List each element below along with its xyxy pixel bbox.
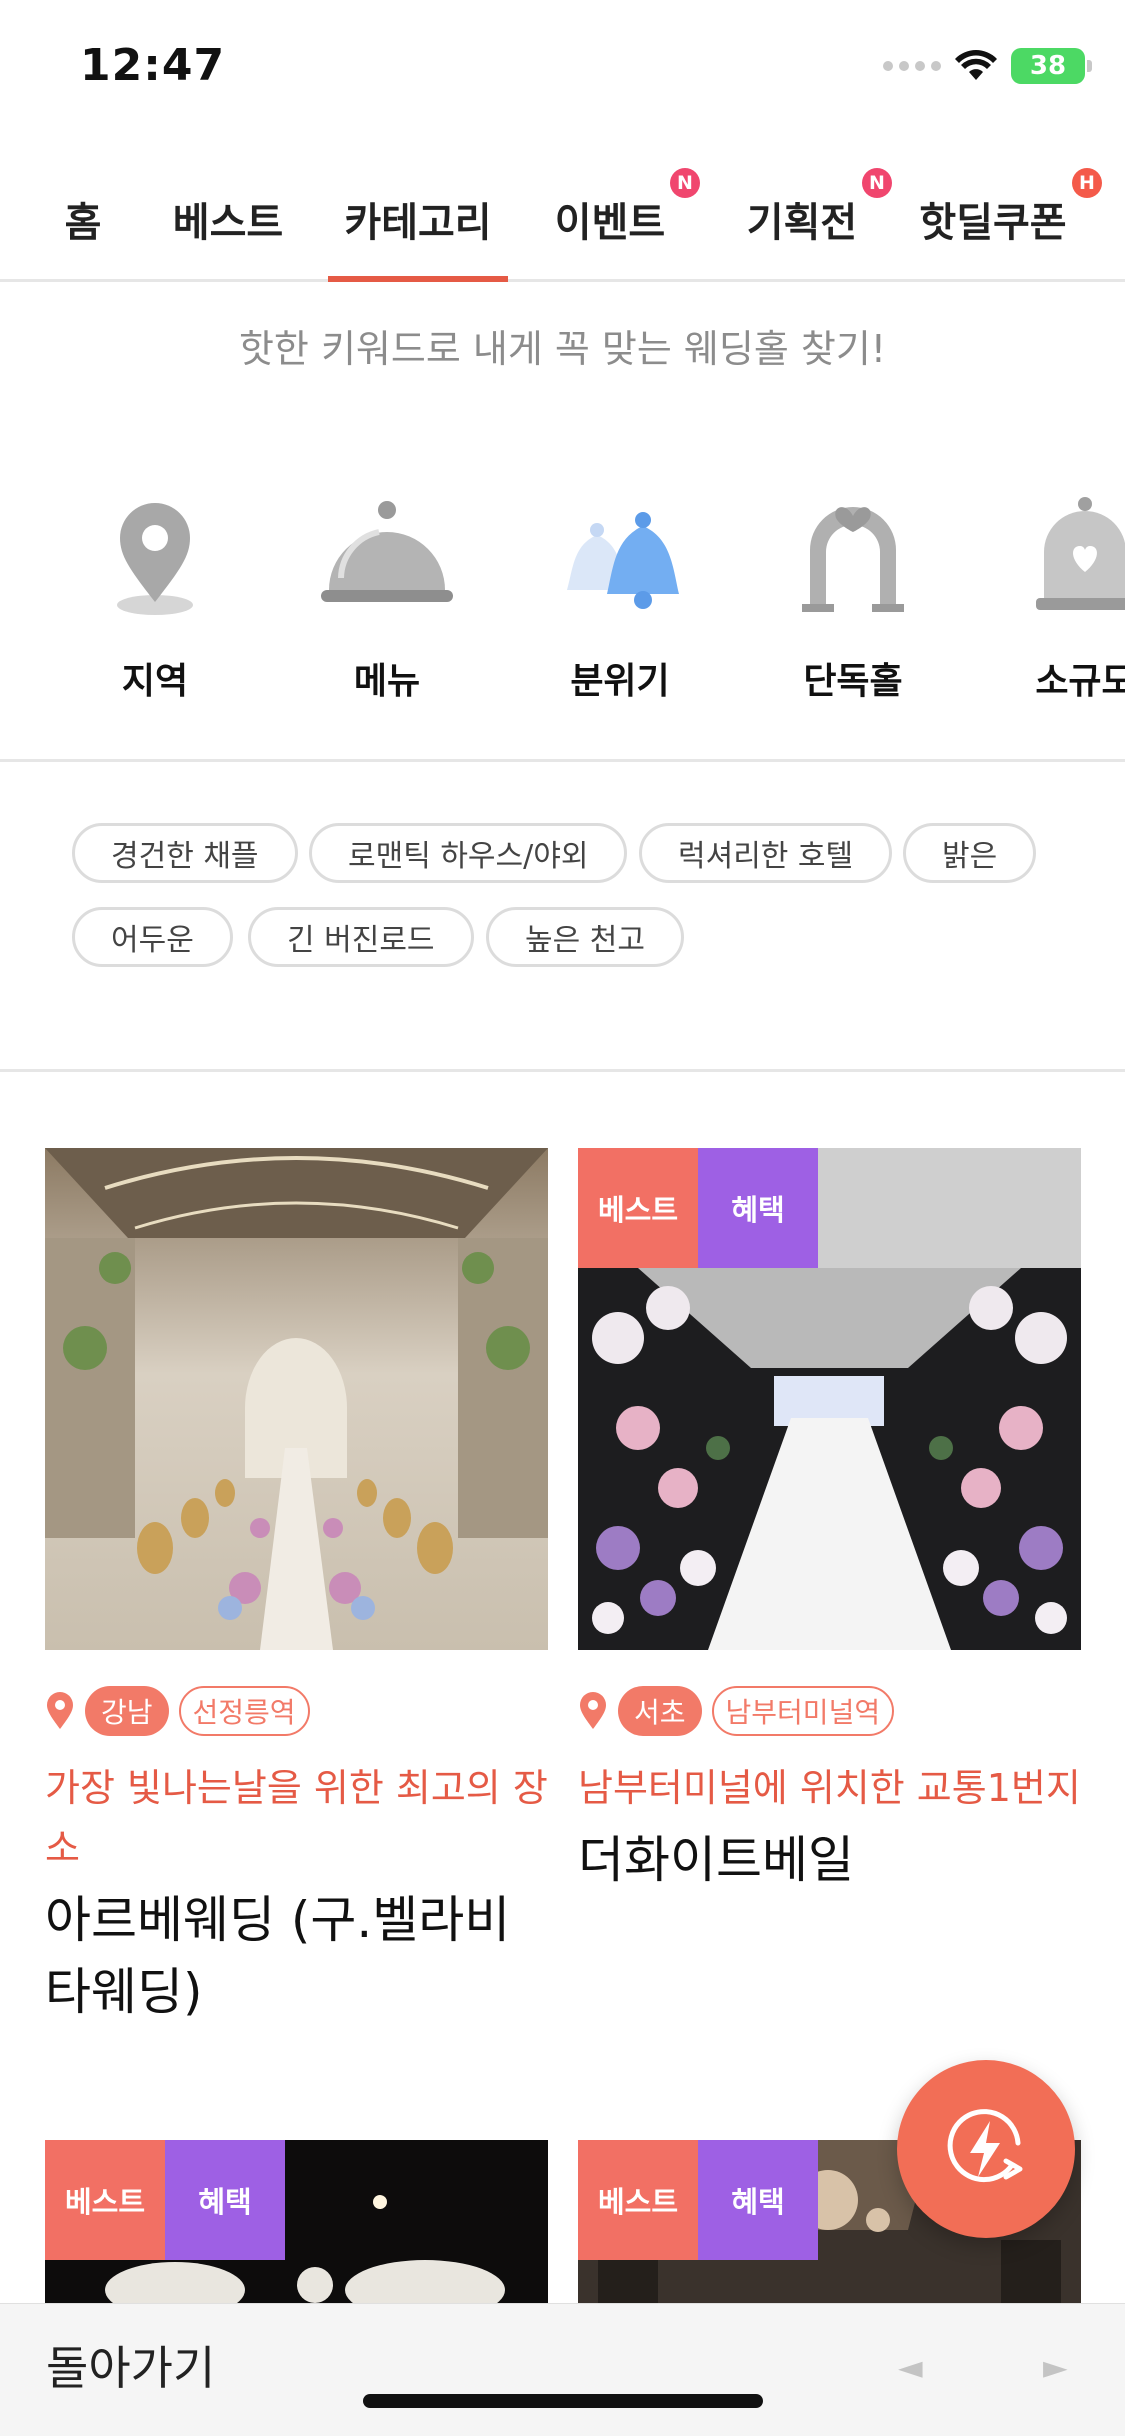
venue-description: 가장 빛나는날을 위한 최고의 장소	[45, 1766, 548, 1870]
venue-tags: 베스트 혜택	[45, 2140, 285, 2260]
category-region[interactable]: 지역	[55, 490, 255, 704]
location-pin-icon	[47, 1692, 73, 1729]
best-tag: 베스트	[578, 1148, 698, 1268]
venue-location: 서초 남부터미널역	[578, 1686, 1081, 1736]
area-badge: 서초	[618, 1686, 702, 1736]
best-tag: 베스트	[578, 2140, 698, 2260]
tab-category[interactable]: 카테고리	[328, 172, 508, 282]
battery-icon: 38	[1011, 48, 1092, 84]
venue-tags: 베스트 혜택	[578, 2140, 818, 2260]
keyword-chip[interactable]: 럭셔리한 호텔	[639, 823, 893, 883]
benefit-tag: 혜택	[698, 1148, 818, 1268]
venue-card[interactable]: 강남 선정릉역 가장 빛나는날을 위한 최고의 장소 아르베웨딩 (구.벨라비타…	[45, 1148, 548, 2028]
home-indicator[interactable]	[363, 2394, 763, 2408]
cellular-signal-icon	[883, 61, 941, 71]
hot-badge: H	[1072, 168, 1102, 198]
category-exclusive-hall[interactable]: 단독홀	[753, 490, 953, 704]
quick-action-button[interactable]	[897, 2060, 1075, 2238]
best-tag: 베스트	[45, 2140, 165, 2260]
venue-photo: 베스트 혜택	[45, 2140, 548, 2303]
category-menu[interactable]: 메뉴	[287, 490, 487, 704]
category-small-scale[interactable]: 소규모	[985, 490, 1125, 704]
wedding-arch-icon	[802, 507, 904, 612]
keyword-chip[interactable]: 경건한 채플	[72, 823, 298, 883]
new-badge: N	[670, 168, 700, 198]
venue-tags: 베스트 혜택	[578, 1148, 818, 1268]
bottom-navigation-bar: 돌아가기 ◄ ►	[0, 2303, 1125, 2436]
lightning-icon	[947, 2109, 1023, 2183]
venue-description: 남부터미널에 위치한 교통1번지	[578, 1766, 1081, 1810]
new-badge: N	[862, 168, 892, 198]
tab-best[interactable]: 베스트	[166, 172, 290, 282]
venue-photo	[45, 1148, 548, 1650]
heart-dome-icon	[1036, 497, 1125, 610]
benefit-tag: 혜택	[165, 2140, 285, 2260]
tab-event[interactable]: 이벤트 N	[552, 168, 700, 282]
food-cloche-icon	[321, 501, 453, 602]
station-badge: 남부터미널역	[711, 1686, 895, 1736]
keyword-chip[interactable]: 높은 천고	[486, 907, 684, 967]
tab-hotdeal-coupon[interactable]: 핫딜쿠폰 H	[916, 168, 1102, 282]
battery-level: 38	[1029, 51, 1067, 81]
status-bar: 12:47 38	[0, 0, 1125, 130]
page-subtitle: 핫한 키워드로 내게 꼭 맞는 웨딩홀 찾기!	[238, 327, 887, 371]
venue-name: 더화이트베일	[578, 1831, 854, 1889]
keyword-chip[interactable]: 로맨틱 하우스/야외	[309, 823, 628, 883]
wifi-icon	[955, 50, 997, 80]
category-mood[interactable]: 분위기	[520, 490, 720, 704]
keyword-chips: 경건한 채플 로맨틱 하우스/야외 럭셔리한 호텔 밝은 어두운 긴 버진로드 …	[0, 765, 1125, 1072]
keyword-chip[interactable]: 어두운	[72, 907, 233, 967]
venue-card[interactable]: 베스트 혜택	[45, 2140, 548, 2303]
area-badge: 강남	[85, 1686, 169, 1736]
venue-name: 아르베웨딩 (구.벨라비타웨딩)	[45, 1891, 511, 2021]
tab-home[interactable]: 홈	[52, 172, 114, 282]
status-time: 12:47	[80, 40, 226, 91]
location-pin-icon	[117, 503, 193, 615]
venue-location: 강남 선정릉역	[45, 1686, 548, 1736]
category-tabs: 홈 베스트 카테고리 이벤트 N 기획전 N 핫딜쿠폰 H	[0, 160, 1125, 282]
station-badge: 선정릉역	[178, 1686, 310, 1736]
benefit-tag: 혜택	[698, 2140, 818, 2260]
back-button[interactable]: 돌아가기	[46, 2332, 215, 2398]
previous-arrow-icon[interactable]: ◄	[898, 2348, 923, 2386]
status-icons: 38	[883, 48, 1092, 84]
next-arrow-icon[interactable]: ►	[1043, 2348, 1068, 2386]
venue-card[interactable]: 베스트 혜택 서초 남부터미널역 남부터미널에 위치한 교통1번지 더화이트베일	[578, 1148, 1081, 1896]
location-pin-icon	[580, 1692, 606, 1729]
bells-icon	[567, 512, 679, 609]
category-icon-row: 지역 메뉴 분위기 단독홀 소규모	[0, 490, 1125, 762]
venue-photo: 베스트 혜택	[578, 1148, 1081, 1650]
keyword-chip[interactable]: 밝은	[903, 823, 1037, 883]
keyword-chip[interactable]: 긴 버진로드	[248, 907, 474, 967]
tab-exhibition[interactable]: 기획전 N	[744, 168, 892, 282]
